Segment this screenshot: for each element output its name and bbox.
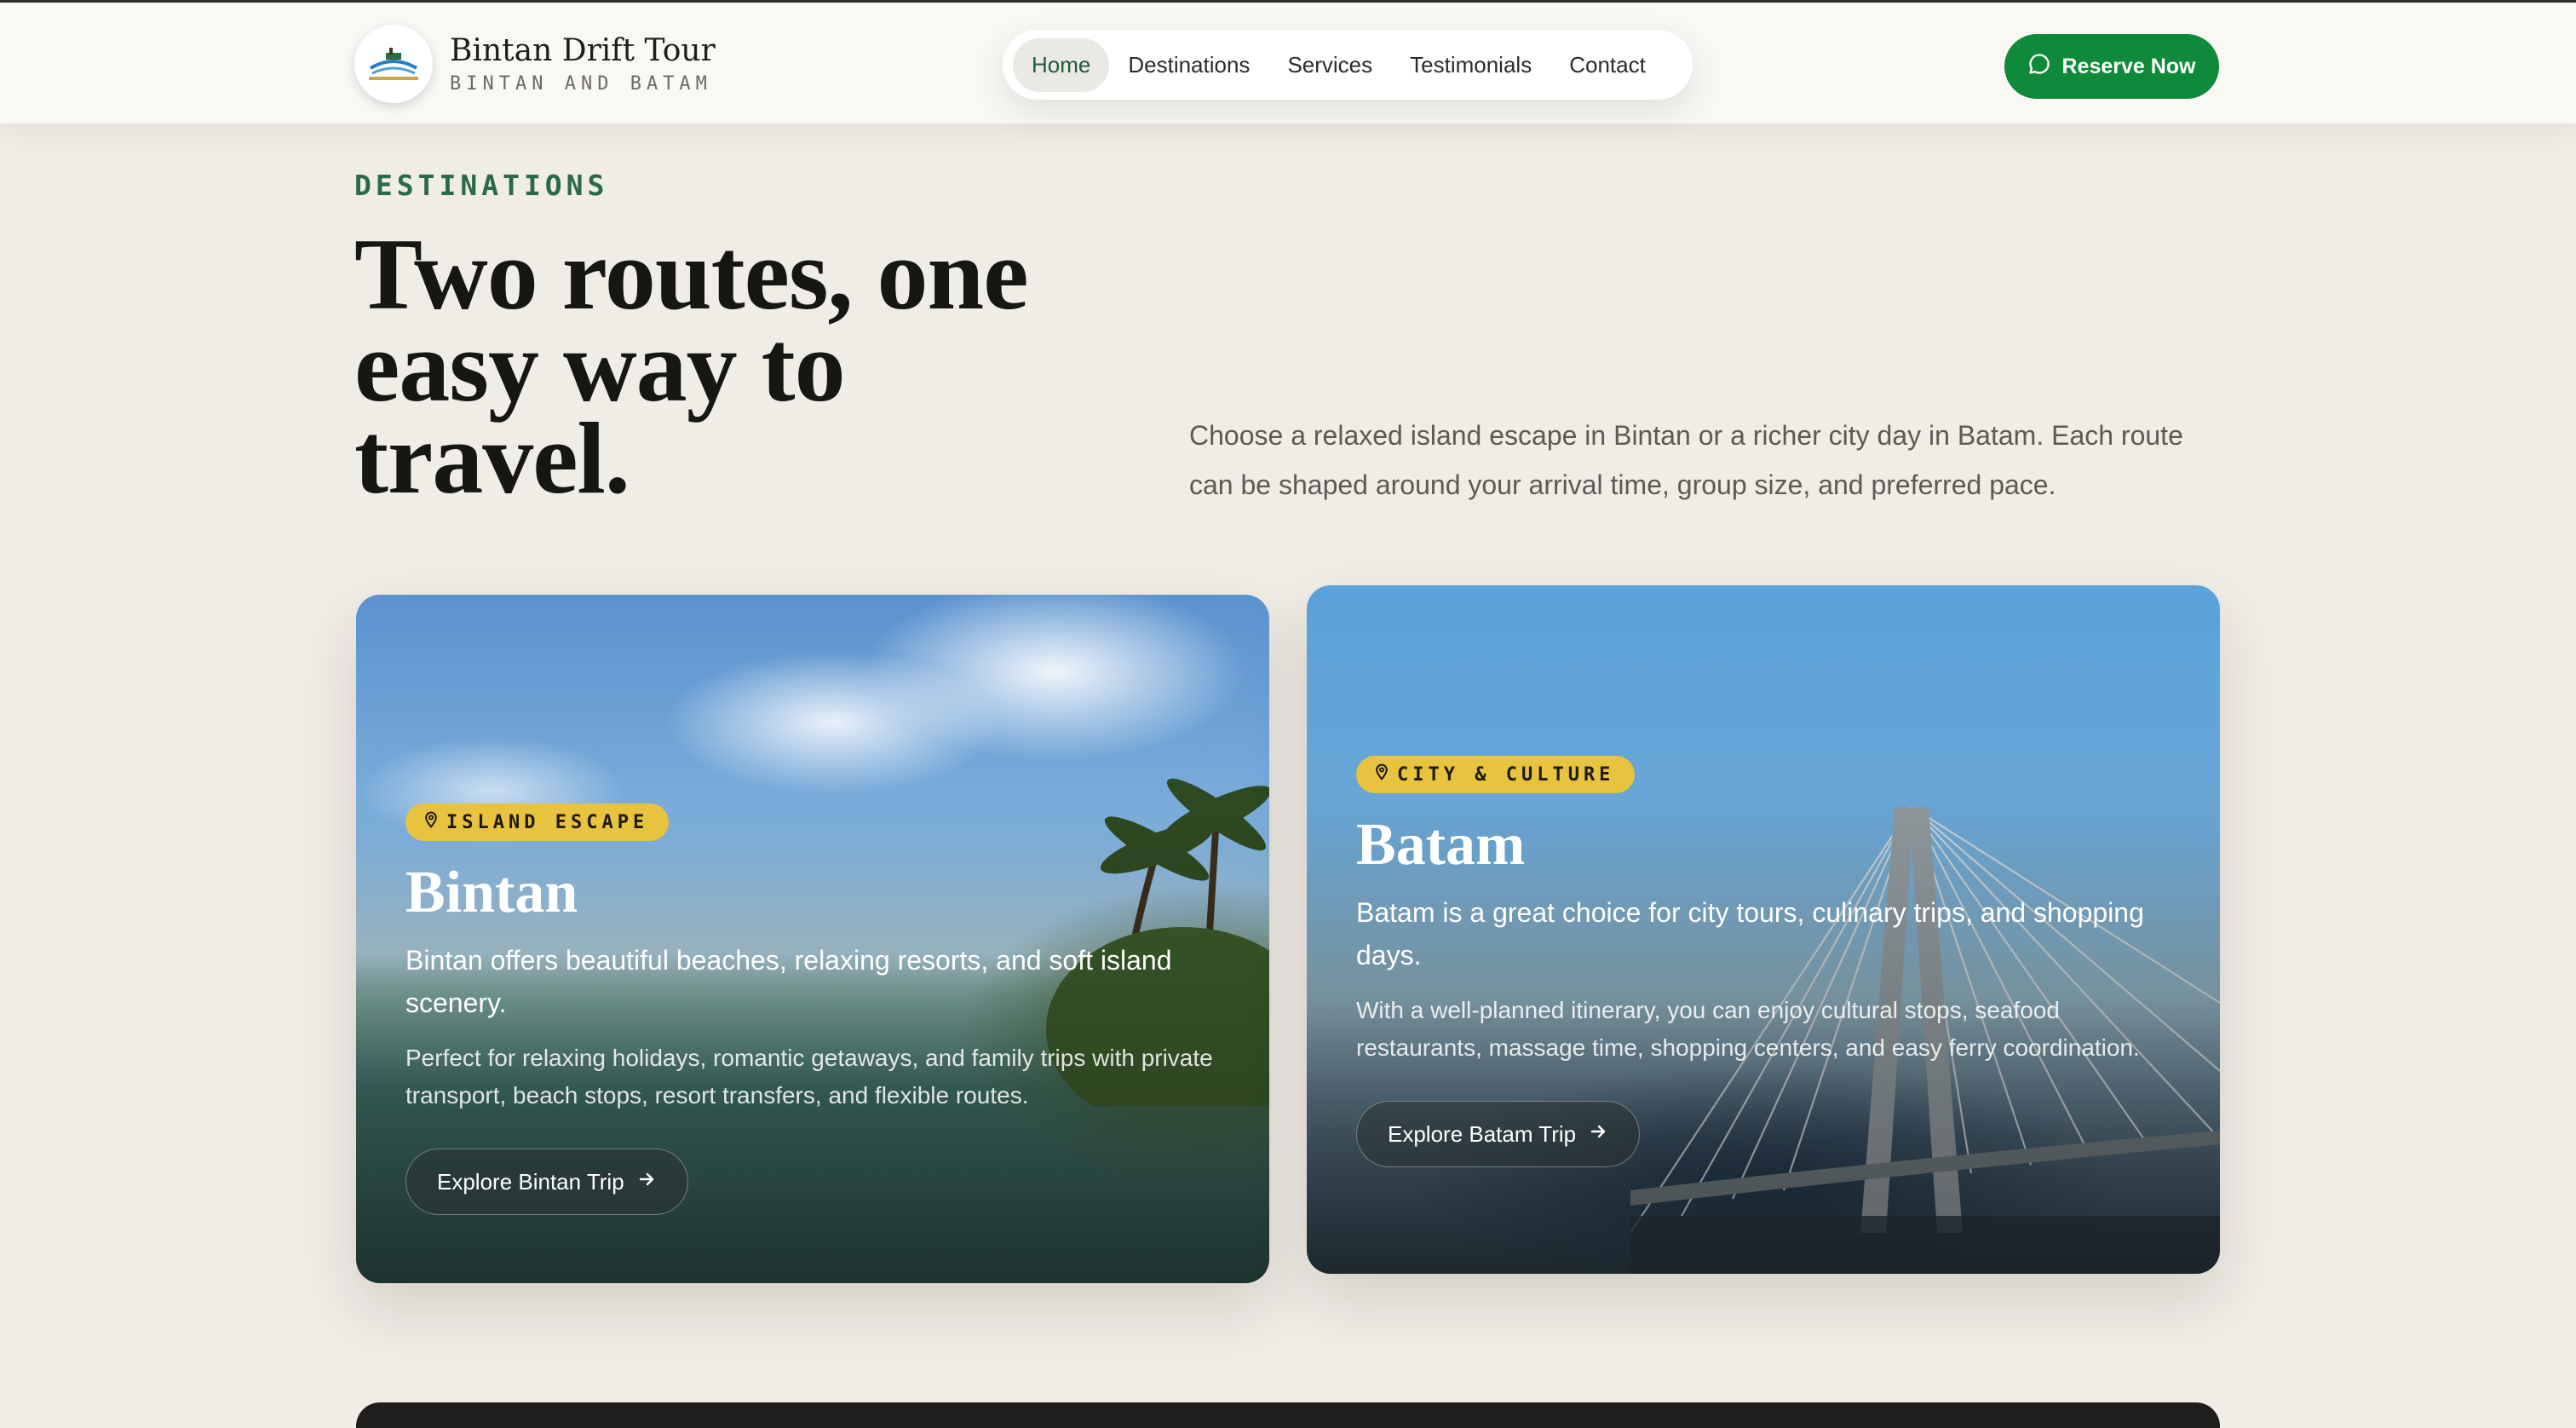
- section-eyebrow: DESTINATIONS: [354, 169, 609, 202]
- nav-home[interactable]: Home: [1013, 37, 1110, 92]
- nav-services[interactable]: Services: [1268, 38, 1391, 92]
- nav-contact[interactable]: Contact: [1550, 38, 1665, 92]
- arrow-right-icon: [636, 1169, 657, 1195]
- chat-bubble-icon: [2027, 52, 2051, 82]
- nav-destinations[interactable]: Destinations: [1109, 38, 1268, 92]
- brand-subtitle: BINTAN AND BATAM: [450, 73, 712, 95]
- card-lead: Batam is a great choice for city tours, …: [1356, 897, 2144, 970]
- map-pin-icon: [1373, 763, 1390, 786]
- destination-card-bintan: ISLAND ESCAPE Bintan Bintan offers beaut…: [356, 595, 1269, 1283]
- main-nav: Home Destinations Services Testimonials …: [1003, 30, 1693, 100]
- destination-card-batam: CITY & CULTURE Batam Batam is a great ch…: [1307, 585, 2220, 1274]
- arrow-right-icon: [1588, 1121, 1608, 1148]
- map-pin-icon: [423, 810, 440, 834]
- card-description: Perfect for relaxing holidays, romantic …: [405, 1045, 1213, 1108]
- badge-island-escape: ISLAND ESCAPE: [405, 803, 670, 841]
- nav-testimonials[interactable]: Testimonials: [1391, 38, 1550, 92]
- next-section-edge: [356, 1402, 2220, 1428]
- card-description: With a well-planned itinerary, you can e…: [1356, 997, 2140, 1061]
- brand[interactable]: Bintan Drift Tour BINTAN AND BATAM: [354, 25, 716, 103]
- brand-logo: [354, 25, 433, 103]
- explore-batam-button[interactable]: Explore Batam Trip: [1356, 1101, 1641, 1167]
- site-header: Bintan Drift Tour BINTAN AND BATAM Home …: [0, 3, 2576, 124]
- section-headline: Two routes, one easy way to travel.: [354, 217, 1029, 515]
- card-title: Bintan: [405, 860, 578, 925]
- card-lead: Bintan offers beautiful beaches, relaxin…: [405, 945, 1172, 1018]
- reserve-now-button[interactable]: Reserve Now: [2004, 34, 2219, 99]
- explore-bintan-button[interactable]: Explore Bintan Trip: [405, 1149, 688, 1215]
- reserve-now-label: Reserve Now: [2061, 54, 2196, 78]
- badge-city-culture: CITY & CULTURE: [1356, 756, 1636, 793]
- card-title: Batam: [1356, 812, 1526, 878]
- brand-title: Bintan Drift Tour: [450, 32, 716, 68]
- section-intro: Choose a relaxed island escape in Bintan…: [1189, 420, 2183, 500]
